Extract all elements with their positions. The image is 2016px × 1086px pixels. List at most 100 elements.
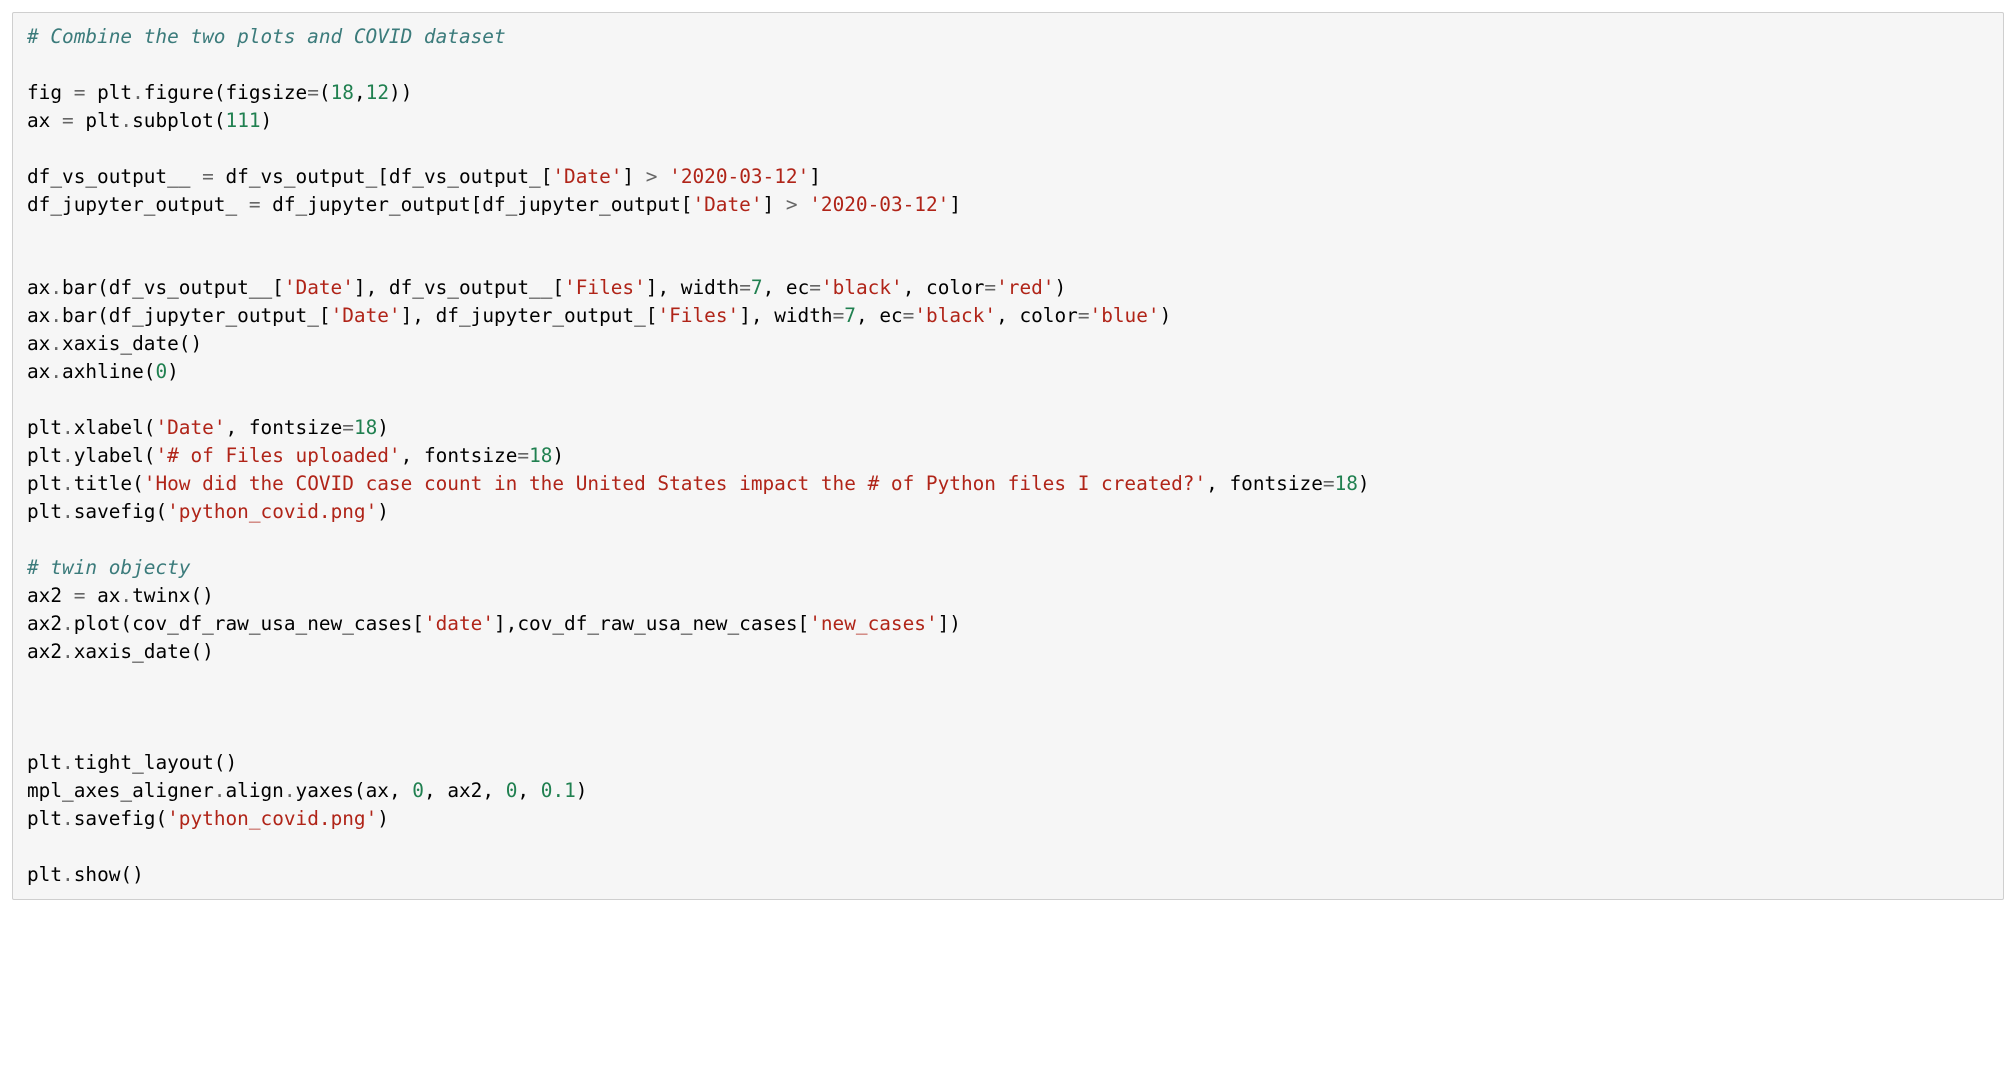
code-text: , ec — [856, 304, 903, 327]
code-text: , ec — [763, 276, 810, 299]
operator: = — [74, 81, 86, 104]
code-text: ] — [622, 165, 645, 188]
code-text: df_vs_output__ — [27, 165, 202, 188]
code-text: ) — [377, 416, 389, 439]
code-text: mpl_axes_aligner — [27, 779, 214, 802]
code-text: , — [517, 779, 540, 802]
operator: . — [132, 81, 144, 104]
operator: = — [1078, 304, 1090, 327]
code-text: plt — [85, 81, 132, 104]
code-text: ) — [1160, 304, 1172, 327]
code-text: plt — [27, 416, 62, 439]
string-literal: 'Date' — [552, 165, 622, 188]
string-literal: 'Date' — [692, 193, 762, 216]
operator: . — [50, 332, 62, 355]
operator: . — [62, 612, 74, 635]
string-literal: 'Files' — [657, 304, 739, 327]
code-text: , — [354, 81, 366, 104]
string-literal: 'new_cases' — [809, 612, 937, 635]
operator: = — [307, 81, 319, 104]
code-text: plt — [27, 472, 62, 495]
number-literal: 18 — [354, 416, 377, 439]
code-text: ], width — [646, 276, 739, 299]
code-text: savefig( — [74, 807, 167, 830]
code-text: ax — [85, 584, 120, 607]
code-text: df_vs_output_[df_vs_output_[ — [214, 165, 553, 188]
operator: = — [739, 276, 751, 299]
operator: . — [120, 109, 132, 132]
string-literal: 'Files' — [564, 276, 646, 299]
code-text: plt — [27, 500, 62, 523]
string-literal: 'black' — [821, 276, 903, 299]
operator: = — [1323, 472, 1335, 495]
operator: . — [50, 276, 62, 299]
code-text: , ax2, — [424, 779, 506, 802]
code-text: ) — [1358, 472, 1370, 495]
operator: = — [903, 304, 915, 327]
code-text: show() — [74, 863, 144, 886]
code-text — [798, 193, 810, 216]
operator: . — [62, 640, 74, 663]
code-text: fig — [27, 81, 74, 104]
code-comment: # Combine the two plots and COVID datase… — [27, 25, 506, 48]
code-text: bar(df_vs_output__[ — [62, 276, 284, 299]
code-text: , color — [996, 304, 1078, 327]
code-text: ax — [27, 360, 50, 383]
code-text: plt — [27, 807, 62, 830]
operator: . — [62, 416, 74, 439]
code-text: tight_layout() — [74, 751, 237, 774]
operator: = — [984, 276, 996, 299]
code-text: plt — [27, 751, 62, 774]
code-cell[interactable]: # Combine the two plots and COVID datase… — [12, 12, 2004, 900]
operator: . — [120, 584, 132, 607]
operator: = — [517, 444, 529, 467]
code-text: ) — [1054, 276, 1066, 299]
operator: = — [74, 584, 86, 607]
operator: . — [62, 807, 74, 830]
code-text: ( — [319, 81, 331, 104]
string-literal: 'Date' — [155, 416, 225, 439]
operator: = — [202, 165, 214, 188]
code-text: ylabel( — [74, 444, 156, 467]
number-literal: 7 — [751, 276, 763, 299]
number-literal: 12 — [366, 81, 389, 104]
string-literal: 'red' — [996, 276, 1054, 299]
string-literal: 'python_covid.png' — [167, 807, 377, 830]
operator: . — [214, 779, 226, 802]
code-text: , fontsize — [401, 444, 518, 467]
code-text: xaxis_date() — [74, 640, 214, 663]
string-literal: 'date' — [424, 612, 494, 635]
number-literal: 18 — [529, 444, 552, 467]
code-text: ) — [377, 500, 389, 523]
code-text: ax2 — [27, 584, 74, 607]
code-text: ]) — [938, 612, 961, 635]
code-text: ax2 — [27, 640, 62, 663]
code-text: ) — [377, 807, 389, 830]
code-text: xlabel( — [74, 416, 156, 439]
number-literal: 0 — [412, 779, 424, 802]
operator: . — [62, 751, 74, 774]
code-text: plot(cov_df_raw_usa_new_cases[ — [74, 612, 424, 635]
operator: . — [62, 444, 74, 467]
code-text: ax — [27, 109, 62, 132]
number-literal: 0 — [155, 360, 167, 383]
code-text: figure(figsize — [144, 81, 307, 104]
number-literal: 0.1 — [541, 779, 576, 802]
code-text: twinx() — [132, 584, 214, 607]
string-literal: 'How did the COVID case count in the Uni… — [144, 472, 1206, 495]
string-literal: 'Date' — [331, 304, 401, 327]
string-literal: '2020-03-12' — [669, 165, 809, 188]
code-text: )) — [389, 81, 412, 104]
string-literal: 'black' — [914, 304, 996, 327]
code-text: , fontsize — [226, 416, 343, 439]
code-text: ) — [552, 444, 564, 467]
code-text: df_jupyter_output[df_jupyter_output[ — [261, 193, 693, 216]
code-text: savefig( — [74, 500, 167, 523]
number-literal: 0 — [506, 779, 518, 802]
operator: = — [62, 109, 74, 132]
code-text: ax2 — [27, 612, 62, 635]
code-text: ] — [763, 193, 786, 216]
operator: . — [62, 472, 74, 495]
operator: = — [833, 304, 845, 327]
number-literal: 7 — [844, 304, 856, 327]
